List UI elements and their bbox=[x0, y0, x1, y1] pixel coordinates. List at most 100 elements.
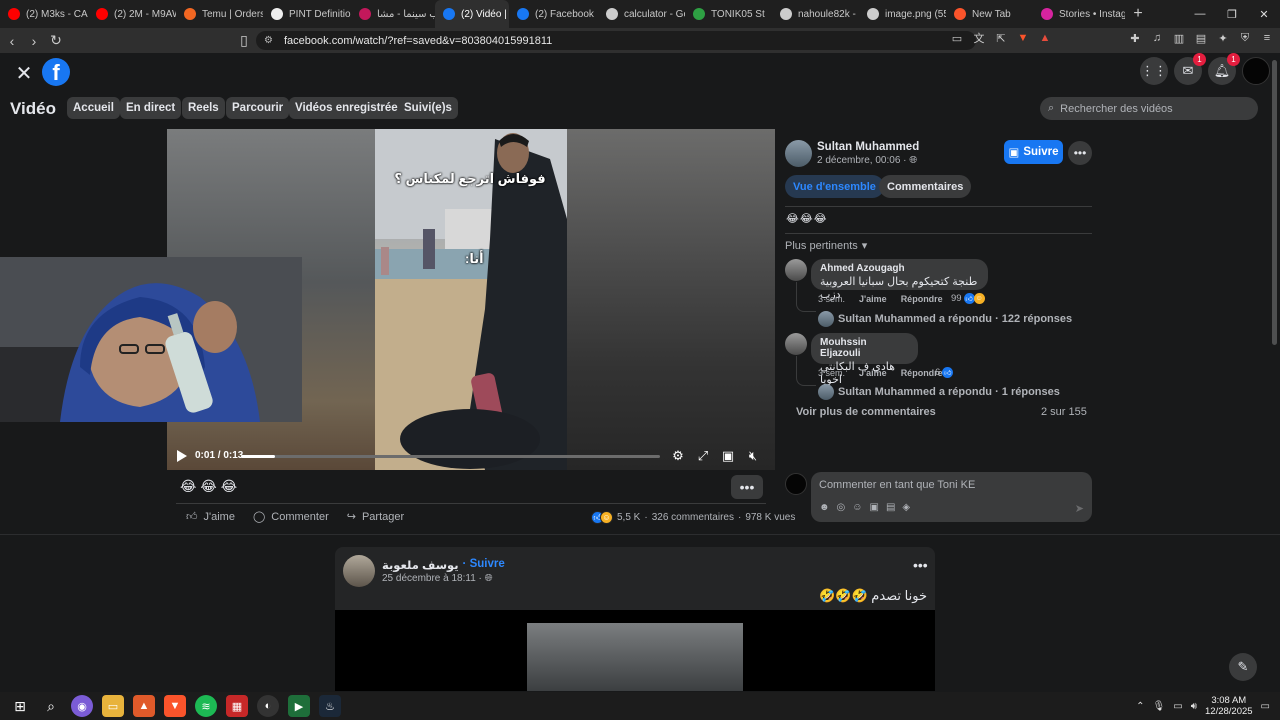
browser-tab[interactable]: image.png (55 bbox=[859, 0, 946, 28]
brave-shield-icon[interactable]: ▼ bbox=[1016, 31, 1030, 45]
nav-en-direct[interactable]: En direct bbox=[120, 97, 182, 119]
mute-icon[interactable]: 🔇︎ bbox=[745, 448, 761, 464]
site-info-icon[interactable]: ⚙ bbox=[264, 35, 276, 46]
comment-age[interactable]: 3 sem. bbox=[818, 294, 845, 304]
menu-icon[interactable]: ≡ bbox=[1260, 31, 1274, 45]
commenter-avatar[interactable] bbox=[785, 259, 807, 281]
comment-reply-button[interactable]: Répondre bbox=[901, 294, 943, 304]
sticker-pack-icon[interactable]: ◈ bbox=[902, 502, 910, 513]
post-author-avatar[interactable] bbox=[343, 555, 375, 587]
file-explorer-icon[interactable]: ▭ bbox=[102, 695, 124, 717]
scrollbar[interactable] bbox=[1272, 60, 1277, 345]
gif-icon[interactable]: ▤ bbox=[886, 502, 895, 513]
vpn-icon[interactable]: ⛨ bbox=[1238, 31, 1252, 45]
nav-reels[interactable]: Reels bbox=[182, 97, 225, 119]
comment-reaction-count[interactable]: 6 👍︎ bbox=[935, 367, 954, 378]
camera-icon[interactable]: ▣ bbox=[869, 502, 878, 513]
sidebar-icon[interactable]: ▥ bbox=[1172, 31, 1186, 45]
extensions-icon[interactable]: ✚ bbox=[1128, 31, 1142, 45]
see-more-comments-link[interactable]: Voir plus de commentaires bbox=[796, 406, 936, 418]
browser-tab[interactable]: (2) Facebook bbox=[509, 0, 598, 28]
close-window-icon[interactable]: ✕ bbox=[1248, 0, 1280, 28]
browser-tab[interactable]: nahoule82k - G bbox=[772, 0, 859, 28]
comment-reaction-count[interactable]: 99 👍︎ ☺ bbox=[951, 293, 985, 304]
notification-center-icon[interactable]: ▭ bbox=[1261, 701, 1270, 712]
author-name[interactable]: Sultan Muhammed bbox=[817, 141, 919, 153]
fullscreen-icon[interactable]: ⤢ bbox=[695, 448, 711, 464]
new-tab-button[interactable]: + bbox=[1125, 5, 1151, 23]
search-icon[interactable]: ⌕ bbox=[40, 695, 62, 717]
video-more-button[interactable]: ••• bbox=[731, 475, 763, 499]
browser-tab[interactable]: (2) M3ks - CALL bbox=[0, 0, 88, 28]
chevron-up-icon[interactable]: ⌃ bbox=[1136, 701, 1144, 712]
picture-in-picture-icon[interactable]: ▣ bbox=[720, 448, 736, 464]
close-icon[interactable]: ✕ bbox=[12, 61, 36, 85]
comment-like-button[interactable]: J'aime bbox=[859, 294, 887, 304]
emoji-icon[interactable]: ☺ bbox=[852, 502, 862, 513]
browser-tab[interactable]: PINT Definition bbox=[263, 0, 351, 28]
comment-input[interactable]: Commenter en tant que Toni KE ☻ ◎ ☺ ▣ ▤ … bbox=[811, 472, 1092, 522]
reaction-icons[interactable]: 👍︎ ☺ bbox=[591, 511, 613, 524]
media-icon[interactable]: ♫ bbox=[1150, 31, 1164, 45]
profile-avatar[interactable] bbox=[1242, 57, 1270, 85]
browser-tab[interactable]: (2) 2M - M9AW bbox=[88, 0, 176, 28]
video-progress-bar[interactable] bbox=[241, 455, 660, 458]
facebook-logo-icon[interactable]: f bbox=[42, 58, 70, 86]
translate-icon[interactable]: 文 bbox=[972, 31, 986, 45]
comment-count[interactable]: 326 commentaires bbox=[652, 512, 734, 523]
app-icon-1[interactable]: ◉ bbox=[71, 695, 93, 717]
post-video[interactable] bbox=[335, 610, 935, 691]
spotify-icon[interactable]: ≋ bbox=[195, 695, 217, 717]
play-icon[interactable] bbox=[176, 449, 188, 463]
forward-icon[interactable]: › bbox=[24, 31, 44, 51]
browser-tab[interactable]: New Tab bbox=[946, 0, 1033, 28]
browser-tab[interactable]: (2) Vidéo |✕ bbox=[435, 0, 509, 28]
browser-tab[interactable]: توب سينما - مشا bbox=[351, 0, 435, 28]
author-avatar[interactable] bbox=[785, 140, 812, 167]
share-button[interactable]: ↪ Partager bbox=[347, 510, 404, 524]
windows-start-icon[interactable]: ⊞ bbox=[9, 695, 31, 717]
sticker-icon[interactable]: ◎ bbox=[837, 502, 846, 513]
nav-videos-enregistrees[interactable]: Vidéos enregistrées bbox=[289, 97, 411, 119]
like-button[interactable]: 👍︎ J'aime bbox=[186, 510, 235, 524]
commenter-avatar[interactable] bbox=[785, 333, 807, 355]
app-icon-5[interactable]: ▶ bbox=[288, 695, 310, 717]
nav-parcourir[interactable]: Parcourir bbox=[226, 97, 290, 119]
back-icon[interactable]: ‹ bbox=[2, 31, 22, 51]
tab-commentaires[interactable]: Commentaires bbox=[879, 175, 972, 198]
steam-icon[interactable]: ♨ bbox=[319, 695, 341, 717]
commenter-name[interactable]: Ahmed Azougagh bbox=[820, 263, 979, 274]
menu-grid-icon[interactable]: ⋮⋮ bbox=[1140, 57, 1168, 85]
new-message-icon[interactable]: ✎ bbox=[1229, 653, 1257, 681]
bookmark-icon[interactable]: ▯ bbox=[234, 31, 254, 51]
post-more-button[interactable]: ••• bbox=[1068, 141, 1092, 165]
comment-button[interactable]: ◯ Commenter bbox=[253, 510, 329, 524]
brave-rewards-icon[interactable]: ▲ bbox=[1038, 31, 1052, 45]
post-author-name[interactable]: يوسف ملعوبة bbox=[382, 558, 459, 572]
commenter-name[interactable]: Mouhssin Eljazouli bbox=[820, 337, 909, 359]
nav-accueil[interactable]: Accueil bbox=[67, 97, 120, 119]
share-icon[interactable]: ⇱ bbox=[994, 31, 1008, 45]
comment-age[interactable]: 3 sem. bbox=[818, 368, 845, 378]
notifications-icon[interactable]: 🔔︎ 1 bbox=[1208, 53, 1240, 85]
maximize-icon[interactable]: ❐ bbox=[1216, 0, 1248, 28]
avatar-sticker-icon[interactable]: ☻ bbox=[819, 502, 830, 513]
settings-icon[interactable]: ⚙ bbox=[670, 448, 686, 464]
volume-icon[interactable]: 🔊︎ bbox=[1191, 701, 1197, 712]
reaction-count[interactable]: 5,5 K bbox=[617, 512, 640, 523]
tab-vue-ensemble[interactable]: Vue d'ensemble bbox=[785, 175, 884, 198]
app-icon-3[interactable]: ▦ bbox=[226, 695, 248, 717]
browser-tab[interactable]: TONIK05 St bbox=[685, 0, 772, 28]
comment-like-button[interactable]: J'aime bbox=[859, 368, 887, 378]
reload-icon[interactable]: ↻ bbox=[46, 31, 66, 51]
microphone-icon[interactable]: 🎙︎ bbox=[1153, 701, 1166, 712]
send-icon[interactable]: ➤ bbox=[1075, 502, 1084, 515]
browser-tab[interactable]: calculator - Go bbox=[598, 0, 685, 28]
clock[interactable]: 3:08 AM 12/28/2025 bbox=[1205, 695, 1253, 717]
app-icon-2[interactable]: ▲ bbox=[133, 695, 155, 717]
messenger-icon[interactable]: ✉ 1 bbox=[1174, 53, 1206, 85]
view-replies-link[interactable]: Sultan Muhammed a répondu · 122 réponses bbox=[818, 311, 1072, 327]
post-more-icon[interactable]: ••• bbox=[913, 557, 928, 573]
view-replies-link[interactable]: Sultan Muhammed a répondu · 1 réponses bbox=[818, 384, 1060, 400]
cast-icon[interactable]: ▭ bbox=[950, 31, 964, 45]
